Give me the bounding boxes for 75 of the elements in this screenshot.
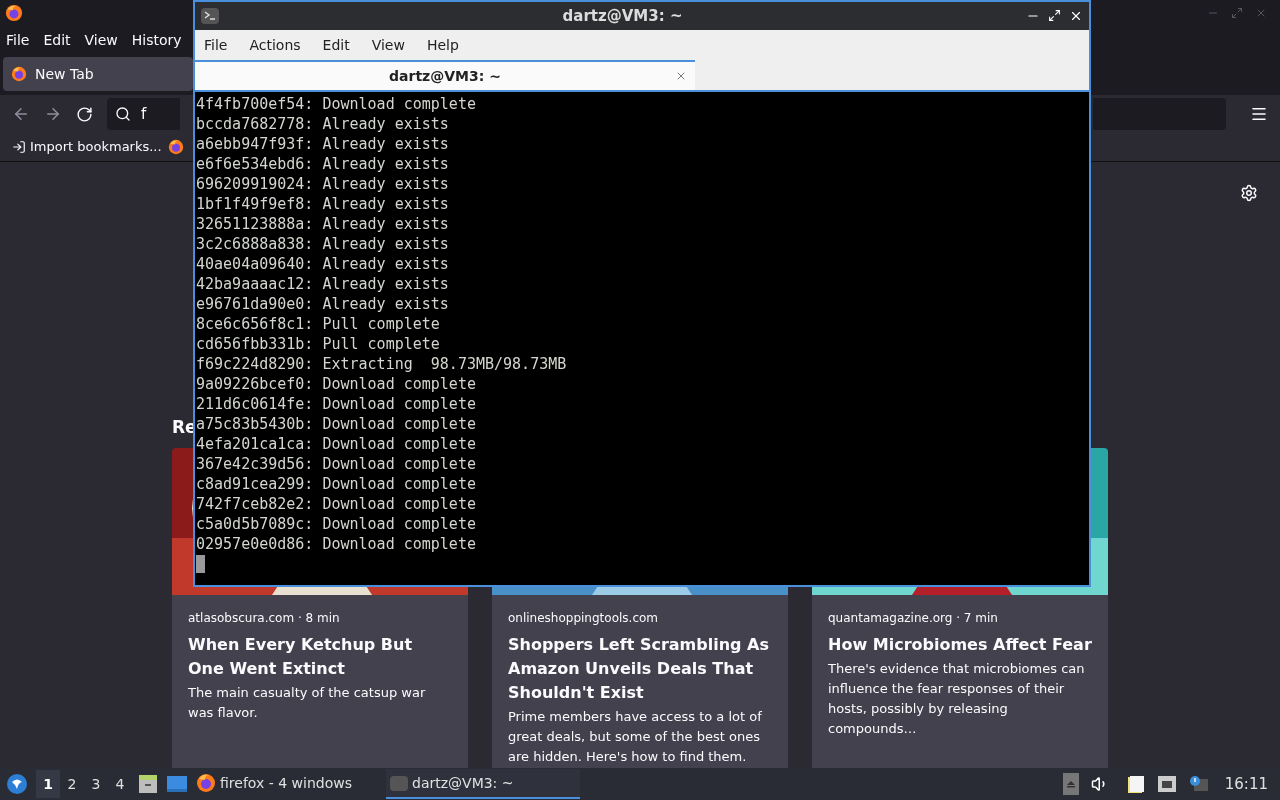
terminal-cursor — [196, 555, 205, 573]
terminal-line: c8ad91cea299: Download complete — [195, 474, 477, 494]
window-title: dartz@VM3: ~ — [561, 5, 684, 27]
workspace-button[interactable]: 3 — [84, 770, 108, 798]
update-icon[interactable] — [1188, 775, 1209, 793]
terminal-line: bccda7682778: Already exists — [195, 114, 450, 134]
story-card[interactable]: atlasobscura.com · 8 min When Every Ketchup But One Went Extinct The main casualty of the catsup war was flavor. — [172, 595, 468, 768]
tab-icon — [11, 66, 27, 83]
story-title[interactable]: When Every Ketchup But One Went Extinct — [188, 633, 452, 681]
firefox-icon — [196, 773, 216, 793]
terminal-line: f69c224d8290: Extracting 98.73MB/98.73MB — [195, 354, 568, 374]
terminal-line: 3c2c6888a838: Already exists — [195, 234, 450, 254]
terminal-line: a6ebb947f93f: Already exists — [195, 134, 450, 154]
network-icon[interactable] — [1156, 775, 1177, 793]
terminal-line: 696209919024: Already exists — [195, 174, 450, 194]
menu-item[interactable]: Help — [426, 34, 459, 56]
terminal-line: 32651123888a: Already exists — [195, 214, 450, 234]
terminal-line: 4efa201ca1ca: Download complete — [195, 434, 477, 454]
terminal-line: 4f4fb700ef54: Download complete — [195, 94, 477, 114]
terminal-line: 211d6c0614fe: Download complete — [195, 394, 477, 414]
bookmark-item[interactable]: Import bookmarks... — [12, 137, 162, 157]
menu-item[interactable]: View — [84, 29, 118, 51]
reload-icon[interactable] — [76, 105, 93, 123]
story-excerpt: Prime members have access to a lot of great deals, but some of the best ones are hidden. Here's how to find them. — [508, 708, 763, 766]
menu-item[interactable]: File — [204, 34, 228, 56]
import-icon — [12, 140, 26, 155]
terminal-line: 367e42c39d56: Download complete — [195, 454, 477, 474]
file-cabinet-icon[interactable] — [138, 774, 158, 794]
terminal-line: e6f6e534ebd6: Already exists — [195, 154, 450, 174]
terminal-line: 742f7ceb82e2: Download complete — [195, 494, 477, 514]
menu-item[interactable]: History — [131, 29, 182, 51]
workspace-button[interactable]: 4 — [108, 770, 132, 798]
menu-item[interactable]: Actions — [249, 34, 301, 56]
clock[interactable]: 16:11 — [1224, 772, 1268, 796]
terminal-app-icon — [201, 8, 219, 24]
terminal-line: 9a09226bcef0: Download complete — [195, 374, 477, 394]
story-title[interactable]: Shoppers Left Scrambling As Amazon Unveils Deals That Shouldn't Exist — [508, 633, 772, 705]
workspace-button[interactable]: 1 — [36, 770, 60, 798]
start-menu-icon[interactable] — [6, 773, 28, 795]
terminal-line: c5a0d5b7089c: Download complete — [195, 514, 477, 534]
bookmark-icon[interactable] — [167, 139, 184, 156]
workspace-button[interactable]: 2 — [60, 770, 84, 798]
menu-item[interactable]: File — [6, 29, 30, 51]
menu-item[interactable]: View — [371, 34, 405, 56]
desktop-icon[interactable] — [166, 774, 188, 794]
url-field[interactable]: f — [107, 98, 180, 131]
story-source: atlasobscura.com · 8 min — [188, 610, 341, 627]
search-icon — [115, 106, 131, 123]
terminal-line: cd656fbb331b: Pull complete — [195, 334, 441, 354]
story-card[interactable] — [492, 595, 788, 768]
story-excerpt: There's evidence that microbiomes can influence the fear responses of their hosts, possibly by releasing compounds… — [828, 660, 1086, 738]
story-card[interactable]: quantamagazine.org · 7 min How Microbiomes Affect Fear There's evidence that microbiomes can influence the fear responses of their hosts, possibly by releasing compounds… — [812, 595, 1108, 768]
story-excerpt: The main casualty of the catsup war was flavor. — [188, 684, 427, 722]
browser-logo-icon — [5, 4, 23, 23]
close-tab-icon[interactable] — [675, 70, 687, 82]
terminal-line: 40ae04a09640: Already exists — [195, 254, 450, 274]
story-title[interactable]: How Microbiomes Affect Fear — [828, 633, 1092, 657]
taskbar-window-button[interactable]: dartz@VM3: ~ — [386, 769, 580, 799]
terminal-line: e96761da90e0: Already exists — [195, 294, 450, 314]
close-icon[interactable] — [1069, 9, 1083, 23]
terminal-line: 1bf1f49f9ef8: Already exists — [195, 194, 450, 214]
terminal-line: 8ce6c656f8c1: Pull complete — [195, 314, 441, 334]
clipboard-icon[interactable] — [1126, 774, 1145, 794]
story-source: onlineshoppingtools.com — [508, 610, 659, 627]
taskbar-window-button[interactable]: firefox - 4 windows — [192, 769, 386, 799]
terminal-line: 02957e0e0d86: Download complete — [195, 534, 477, 554]
settings-icon[interactable] — [1240, 184, 1258, 202]
terminal-line: 42ba9aaaac12: Already exists — [195, 274, 450, 294]
maximize-icon[interactable] — [1048, 9, 1061, 22]
menu-item[interactable]: Edit — [43, 29, 71, 51]
terminal-line: a75c83b5430b: Download complete — [195, 414, 477, 434]
story-source: quantamagazine.org · 7 min — [828, 610, 999, 627]
terminal-tab[interactable]: dartz@VM3: ~ — [195, 60, 695, 90]
browser-tab[interactable]: New Tab — [3, 57, 193, 92]
menu-item[interactable]: Edit — [322, 34, 350, 56]
